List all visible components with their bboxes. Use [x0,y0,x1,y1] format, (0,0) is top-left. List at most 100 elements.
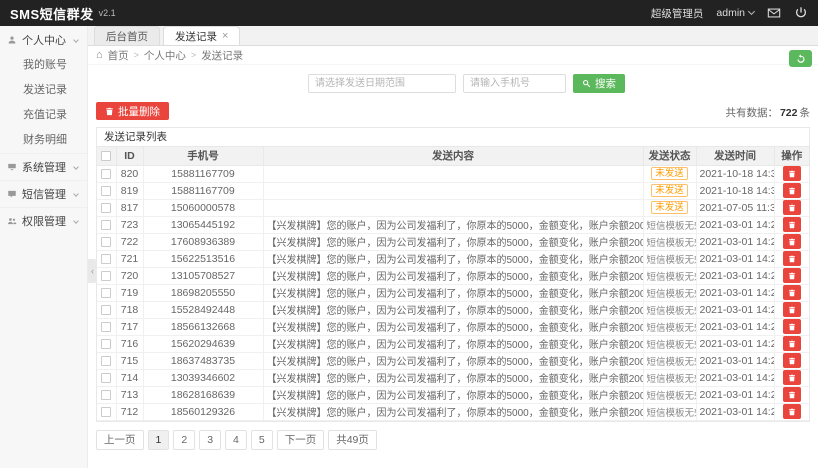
row-checkbox[interactable] [101,339,111,349]
cell-content: 【兴发棋牌】您的账户，因为公司发福利了，你原本的5000，金额变化，账户余额20… [263,301,643,318]
cell-id: 714 [116,369,143,386]
trash-icon [105,107,114,116]
table-row: 714 13039346602 【兴发棋牌】您的账户，因为公司发福利了，你原本的… [97,369,809,386]
row-checkbox[interactable] [101,356,111,366]
delete-button[interactable] [783,319,801,334]
delete-button[interactable] [783,200,801,215]
user-menu[interactable]: admin [716,7,754,19]
chevron-icon [73,218,79,224]
cell-status: 短信模板无效 [643,335,696,352]
delete-button[interactable] [783,285,801,300]
delete-button[interactable] [783,302,801,317]
delete-button[interactable] [783,404,801,419]
page-button-1[interactable]: 1 [148,430,170,450]
page-button-4[interactable]: 4 [225,430,247,450]
delete-button[interactable] [783,336,801,351]
sidebar-item-send-records[interactable]: 发送记录 [0,78,87,103]
cell-status: 短信模板无效 [643,216,696,233]
cell-phone: 15060000578 [143,199,263,216]
sidebar-collapse-handle[interactable]: ‹ [88,259,97,283]
trash-icon [788,272,796,280]
row-checkbox[interactable] [101,322,111,332]
batch-delete-button[interactable]: 批量删除 [96,102,169,120]
cell-phone: 13065445192 [143,216,263,233]
cell-checkbox [97,165,116,182]
page-button-2[interactable]: 2 [173,430,195,450]
cell-actions [774,199,809,216]
table-row: 820 15881167709 未发送 2021-10-18 14:39:04 [97,165,809,182]
chevron-icon [73,37,79,43]
row-checkbox[interactable] [101,390,111,400]
app-window: SMS短信群发 v2.1 超级管理员 admin [0,0,818,468]
phone-input[interactable] [463,74,566,93]
sidebar-item-sms-management[interactable]: 短信管理 [0,180,87,207]
mail-icon[interactable] [767,6,781,20]
delete-button[interactable] [783,183,801,198]
sidebar-item-recharge-records[interactable]: 充值记录 [0,103,87,128]
row-checkbox[interactable] [101,288,111,298]
tab-home[interactable]: 后台首页 [94,26,160,45]
cell-checkbox [97,216,116,233]
date-range-input[interactable] [308,74,456,93]
page-button-3[interactable]: 3 [199,430,221,450]
page-button-5[interactable]: 5 [251,430,273,450]
cell-time: 2021-03-01 14:25:29 [696,250,774,267]
cell-checkbox [97,335,116,352]
breadcrumb-home[interactable]: 首页 [108,48,129,63]
sidebar-item-permission-management[interactable]: 权限管理 [0,207,87,234]
row-checkbox[interactable] [101,271,111,281]
delete-button[interactable] [783,166,801,181]
sidebar-item-personal-center[interactable]: 个人中心 [0,26,87,53]
cell-phone: 13039346602 [143,369,263,386]
delete-button[interactable] [783,370,801,385]
cell-status: 短信模板无效 [643,233,696,250]
search-button[interactable]: 搜索 [573,74,625,93]
row-checkbox[interactable] [101,186,111,196]
cell-time: 2021-03-01 14:25:29 [696,318,774,335]
row-checkbox[interactable] [101,407,111,417]
brand-title: SMS短信群发 [10,4,94,23]
cell-status: 未发送 [643,182,696,199]
delete-button[interactable] [783,217,801,232]
page-next-button[interactable]: 下一页 [277,430,325,450]
sidebar-item-finance-details[interactable]: 财务明细 [0,128,87,153]
delete-button[interactable] [783,387,801,402]
close-icon[interactable]: × [222,31,228,42]
cell-content: 【兴发棋牌】您的账户，因为公司发福利了，你原本的5000，金额变化，账户余额20… [263,250,643,267]
sidebar-item-system-management[interactable]: 系统管理 [0,153,87,180]
cell-status: 短信模板无效 [643,352,696,369]
cell-phone: 18698205550 [143,284,263,301]
status-badge: 未发送 [651,201,688,214]
cell-time: 2021-03-01 14:25:29 [696,233,774,250]
power-icon[interactable] [794,6,808,20]
sidebar-item-my-account[interactable]: 我的账号 [0,53,87,78]
delete-button[interactable] [783,268,801,283]
cell-phone: 15622513516 [143,250,263,267]
breadcrumb-personal-center[interactable]: 个人中心 [144,48,186,63]
page-prev-button[interactable]: 上一页 [96,430,144,450]
trash-icon [788,357,796,365]
row-checkbox[interactable] [101,220,111,230]
row-checkbox[interactable] [101,203,111,213]
search-bar: 搜索 [88,74,818,93]
cell-content: 【兴发棋牌】您的账户，因为公司发福利了，你原本的5000，金额变化，账户余额20… [263,352,643,369]
delete-button[interactable] [783,234,801,249]
cell-actions [774,318,809,335]
table-row: 715 18637483735 【兴发棋牌】您的账户，因为公司发福利了，你原本的… [97,352,809,369]
row-checkbox[interactable] [101,237,111,247]
cell-content: 【兴发棋牌】您的账户，因为公司发福利了，你原本的5000，金额变化，账户余额20… [263,284,643,301]
cell-status: 短信模板无效 [643,369,696,386]
cell-content [263,165,643,182]
column-time: 发送时间 [696,147,774,165]
cell-content: 【兴发棋牌】您的账户，因为公司发福利了，你原本的5000，金额变化，账户余额20… [263,369,643,386]
refresh-button[interactable] [789,50,812,67]
row-checkbox[interactable] [101,305,111,315]
delete-button[interactable] [783,353,801,368]
row-checkbox[interactable] [101,169,111,179]
cell-time: 2021-03-01 14:25:29 [696,301,774,318]
row-checkbox[interactable] [101,373,111,383]
select-all-checkbox[interactable] [101,151,111,161]
delete-button[interactable] [783,251,801,266]
row-checkbox[interactable] [101,254,111,264]
tab-send-records[interactable]: 发送记录 × [163,26,240,45]
